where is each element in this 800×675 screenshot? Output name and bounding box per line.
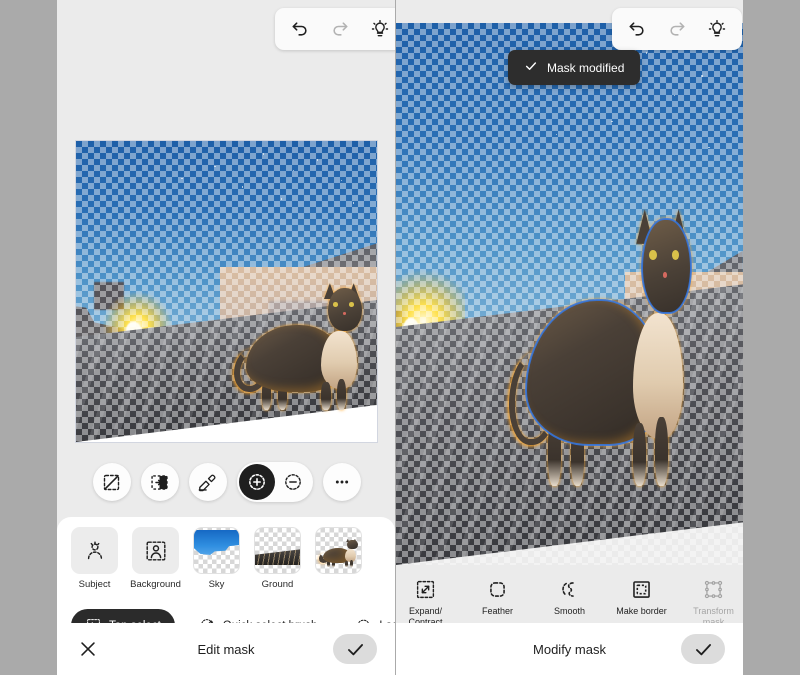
invert-selection-icon[interactable]	[140, 463, 179, 501]
selection-preset-row: Subject Background Sky Ground	[71, 527, 362, 590]
tool-feather[interactable]: Feather	[472, 578, 524, 617]
left-image-canvas[interactable]	[75, 140, 378, 443]
cat-leg	[632, 423, 646, 486]
cat-nose	[662, 272, 668, 278]
preset-label: Subject	[78, 579, 111, 590]
cat-leg	[655, 416, 669, 486]
cat-thumbnail	[315, 527, 362, 574]
feather-icon	[487, 578, 509, 600]
smooth-icon	[559, 578, 581, 600]
cat-leg	[337, 378, 347, 411]
toast-message: Mask modified	[547, 60, 625, 75]
cat-subject-selected	[507, 175, 694, 489]
expand-contract-icon	[415, 578, 437, 600]
preset-ground[interactable]: Ground	[254, 527, 301, 590]
transform-mask-icon	[703, 578, 725, 600]
subject-person-icon	[71, 527, 118, 574]
photo-composition	[76, 141, 377, 442]
cat-nose	[342, 312, 346, 315]
ground-thumbnail	[254, 527, 301, 574]
preset-label: Background	[130, 579, 181, 590]
apply-button[interactable]	[333, 634, 377, 664]
close-x-icon[interactable]	[77, 638, 99, 660]
subtract-from-selection-button[interactable]	[275, 464, 311, 500]
right-action-bar: Modify mask	[396, 623, 743, 675]
preset-label: Sky	[208, 579, 225, 590]
tool-label: Make border	[616, 606, 667, 616]
app-stage: Subject Background Sky Ground Edit mask …	[0, 0, 800, 675]
tool-make-border[interactable]: Make border	[616, 578, 668, 617]
cat-head	[327, 287, 363, 331]
checkmark-icon	[524, 59, 538, 76]
lightbulb-icon[interactable]	[367, 16, 393, 42]
cat-subject	[233, 267, 365, 411]
undo-button[interactable]	[624, 16, 650, 42]
sky-thumbnail	[193, 527, 240, 574]
modify-mask-tool-row: Expand/Contract Feather Smooth Make bord…	[396, 578, 743, 628]
add-to-selection-button[interactable]	[238, 464, 275, 500]
make-border-icon	[631, 578, 653, 600]
left-top-toolbar	[275, 8, 395, 50]
add-subtract-pill	[236, 462, 313, 502]
cat-eye	[349, 302, 355, 307]
refine-brush-icon[interactable]	[188, 463, 227, 501]
tool-label: Feather	[481, 606, 514, 616]
preset-cat[interactable]	[315, 527, 362, 590]
apply-button[interactable]	[681, 634, 725, 664]
left-panel-edit-mask: Subject Background Sky Ground Edit mask	[57, 0, 395, 675]
selection-tool-row	[75, 462, 378, 502]
preset-background[interactable]: Background	[130, 527, 181, 590]
preset-sky[interactable]: Sky	[193, 527, 240, 590]
redo-button[interactable]	[664, 16, 690, 42]
more-horizontal-icon[interactable]	[322, 463, 361, 501]
right-image-canvas[interactable]	[396, 23, 743, 565]
preset-subject[interactable]: Subject	[71, 527, 118, 590]
undo-button[interactable]	[287, 16, 313, 42]
tool-expand-contract[interactable]: Expand/Contract	[400, 578, 452, 628]
right-bottom-sheet: Modify mask	[396, 623, 743, 675]
left-action-bar: Edit mask	[57, 623, 395, 675]
deselect-icon[interactable]	[92, 463, 131, 501]
cat-head	[640, 217, 692, 315]
redo-button[interactable]	[327, 16, 353, 42]
toast-notification: Mask modified	[508, 50, 641, 85]
tool-smooth[interactable]: Smooth	[544, 578, 596, 617]
tool-label: Smooth	[553, 606, 586, 616]
background-person-icon	[132, 527, 179, 574]
right-top-toolbar	[612, 8, 742, 50]
tool-transform-mask[interactable]: Transform mask	[688, 578, 740, 628]
cat-leg	[321, 381, 331, 411]
preset-label: Ground	[261, 579, 294, 590]
photo-composition-zoomed	[396, 23, 743, 565]
lightbulb-icon[interactable]	[704, 16, 730, 42]
left-bottom-sheet: Subject Background Sky Ground Edit mask	[57, 517, 395, 675]
right-panel-modify-mask: Mask modified Expand/Contract Feather Sm	[396, 0, 743, 675]
